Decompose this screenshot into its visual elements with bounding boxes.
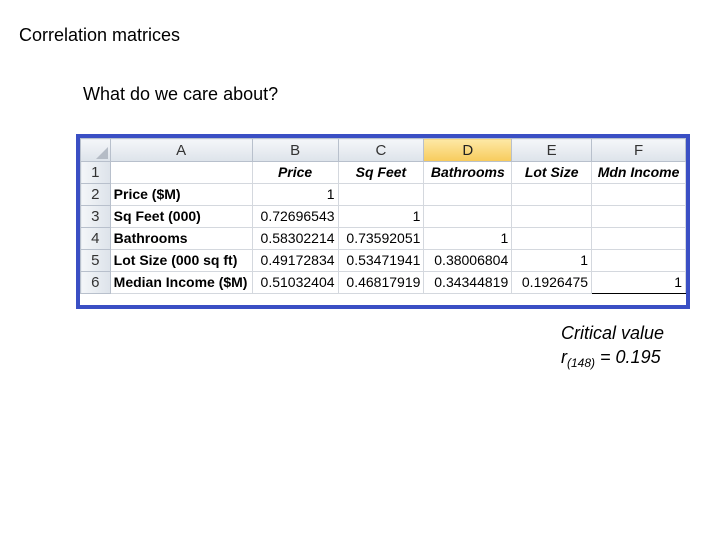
cell-b3[interactable]: 0.72696543 <box>251 205 339 228</box>
cell-e3[interactable] <box>511 205 593 228</box>
degrees-of-freedom: (148) <box>567 356 596 370</box>
cell-a6[interactable]: Median Income ($M) <box>109 271 253 294</box>
slide-title: Correlation matrices <box>19 25 181 45</box>
cell-a3[interactable]: Sq Feet (000) <box>109 205 253 228</box>
column-header-a[interactable]: A <box>109 138 253 162</box>
cell-d6[interactable]: 0.34344819 <box>423 271 513 294</box>
column-header-d[interactable]: D <box>423 138 513 162</box>
cell-c1[interactable]: Sq Feet <box>337 161 425 184</box>
row-header[interactable]: 3 <box>80 205 111 228</box>
cell-e2[interactable] <box>511 183 593 206</box>
cell-b6[interactable]: 0.51032404 <box>251 271 339 294</box>
column-header-row: A B C D E F <box>80 138 686 162</box>
cell-e5[interactable]: 1 <box>511 249 593 272</box>
cell-d4[interactable]: 1 <box>423 227 513 250</box>
cell-d5[interactable]: 0.38006804 <box>423 249 513 272</box>
row-header[interactable]: 5 <box>80 249 111 272</box>
cell-e4[interactable] <box>511 227 593 250</box>
cell-a1[interactable] <box>109 161 253 184</box>
cell-b4[interactable]: 0.58302214 <box>251 227 339 250</box>
cell-f3[interactable] <box>591 205 686 228</box>
select-all-corner[interactable] <box>80 138 111 162</box>
row-header[interactable]: 4 <box>80 227 111 250</box>
column-header-f[interactable]: F <box>591 138 686 162</box>
cell-f6[interactable]: 1 <box>591 271 686 294</box>
table-row: 5 Lot Size (000 sq ft) 0.49172834 0.5347… <box>80 249 686 272</box>
cell-a5[interactable]: Lot Size (000 sq ft) <box>109 249 253 272</box>
cell-c5[interactable]: 0.53471941 <box>337 249 425 272</box>
cell-f2[interactable] <box>591 183 686 206</box>
cell-b2[interactable]: 1 <box>251 183 339 206</box>
select-all-icon <box>95 147 108 159</box>
critical-value-formula: r(148) = 0.195 <box>561 345 664 375</box>
correlation-table: A B C D E F 1 Price Sq Feet Bathrooms Lo… <box>80 138 686 294</box>
cell-f1[interactable]: Mdn Income <box>591 161 686 184</box>
cell-d3[interactable] <box>423 205 513 228</box>
column-header-c[interactable]: C <box>337 138 425 162</box>
spreadsheet-screenshot: A B C D E F 1 Price Sq Feet Bathrooms Lo… <box>76 134 690 309</box>
cell-f4[interactable] <box>591 227 686 250</box>
cell-a4[interactable]: Bathrooms <box>109 227 253 250</box>
cell-b5[interactable]: 0.49172834 <box>251 249 339 272</box>
table-row: 3 Sq Feet (000) 0.72696543 1 <box>80 205 686 228</box>
row-header[interactable]: 6 <box>80 271 111 294</box>
cell-c4[interactable]: 0.73592051 <box>337 227 425 250</box>
critical-value-number: = 0.195 <box>600 347 661 367</box>
row-header[interactable]: 1 <box>80 161 111 184</box>
table-row: 1 Price Sq Feet Bathrooms Lot Size Mdn I… <box>80 161 686 184</box>
cell-c6[interactable]: 0.46817919 <box>337 271 425 294</box>
table-row: 2 Price ($M) 1 <box>80 183 686 206</box>
column-header-e[interactable]: E <box>511 138 593 162</box>
cell-e6[interactable]: 0.1926475 <box>511 271 593 294</box>
column-header-b[interactable]: B <box>251 138 339 162</box>
row-header[interactable]: 2 <box>80 183 111 206</box>
slide-subtitle: What do we care about? <box>83 84 279 104</box>
critical-value-note: Critical value r(148) = 0.195 <box>561 321 664 375</box>
cell-c2[interactable] <box>337 183 425 206</box>
cell-d2[interactable] <box>423 183 513 206</box>
cell-b1[interactable]: Price <box>251 161 339 184</box>
cell-a2[interactable]: Price ($M) <box>109 183 253 206</box>
critical-value-label: Critical value <box>561 323 665 343</box>
table-row: 6 Median Income ($M) 0.51032404 0.468179… <box>80 271 686 294</box>
cell-d1[interactable]: Bathrooms <box>423 161 513 184</box>
cell-f5[interactable] <box>591 249 686 272</box>
cell-e1[interactable]: Lot Size <box>511 161 593 184</box>
table-row: 4 Bathrooms 0.58302214 0.73592051 1 <box>80 227 686 250</box>
cell-c3[interactable]: 1 <box>337 205 425 228</box>
